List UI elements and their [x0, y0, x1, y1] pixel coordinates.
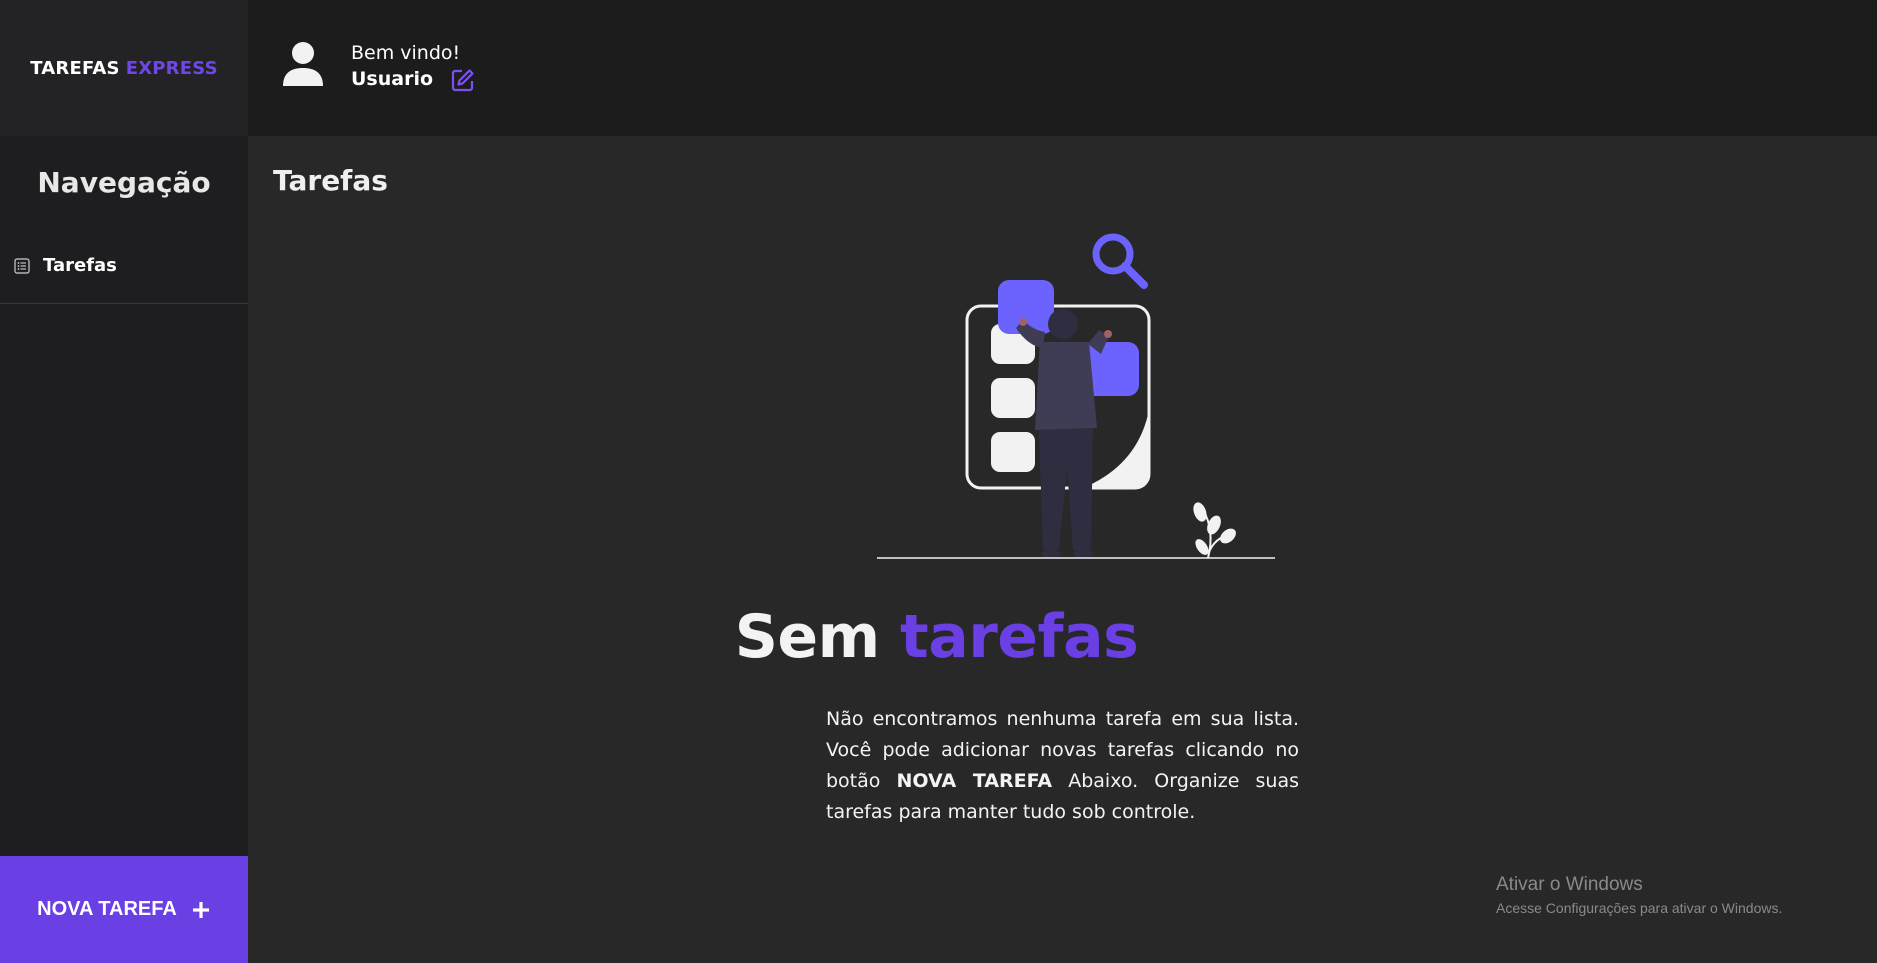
watermark-subtitle: Acesse Configurações para ativar o Windo… [1496, 900, 1783, 916]
brand-logo: TAREFAS EXPRESS [0, 0, 248, 136]
top-bar: Bem vindo! Usuario [248, 0, 1877, 136]
empty-state-title: Sem tarefas [122, 602, 1751, 672]
watermark-title: Ativar o Windows [1496, 874, 1643, 895]
sidebar-item-tarefas[interactable]: Tarefas [0, 228, 248, 304]
magnifier-icon [1092, 233, 1148, 289]
username: Usuario [351, 68, 434, 90]
welcome-text: Bem vindo! [351, 42, 461, 64]
edit-icon[interactable] [451, 68, 475, 92]
sidebar-item-label: Tarefas [43, 255, 117, 276]
user-avatar-icon [281, 40, 325, 88]
list-icon [14, 257, 30, 274]
main-content: Tarefas Sem tarefas Não encontramos nenh… [248, 136, 1877, 963]
plant-icon [1193, 502, 1236, 559]
windows-activation-watermark: Ativar o Windows Acesse Configurações pa… [1496, 874, 1782, 916]
nav-title: Navegação [37, 165, 211, 199]
new-task-button[interactable]: NOVA TAREFA [0, 856, 248, 963]
page-title: Tarefas [273, 164, 388, 197]
empty-title-accent: tarefas [900, 602, 1139, 672]
desc-bold: NOVA TAREFA [896, 770, 1053, 792]
new-task-label: NOVA TAREFA [37, 898, 177, 920]
plus-icon [191, 900, 211, 920]
sidebar: TAREFAS EXPRESS Navegação Tarefas NOVA T… [0, 0, 248, 963]
empty-state-illustration [863, 220, 1283, 595]
brand-name-part2: EXPRESS [125, 57, 218, 79]
empty-title-part1: Sem [734, 602, 880, 672]
empty-state-description: Não encontramos nenhuma tarefa em sua li… [826, 704, 1299, 828]
brand-name-part1: TAREFAS [30, 57, 120, 79]
